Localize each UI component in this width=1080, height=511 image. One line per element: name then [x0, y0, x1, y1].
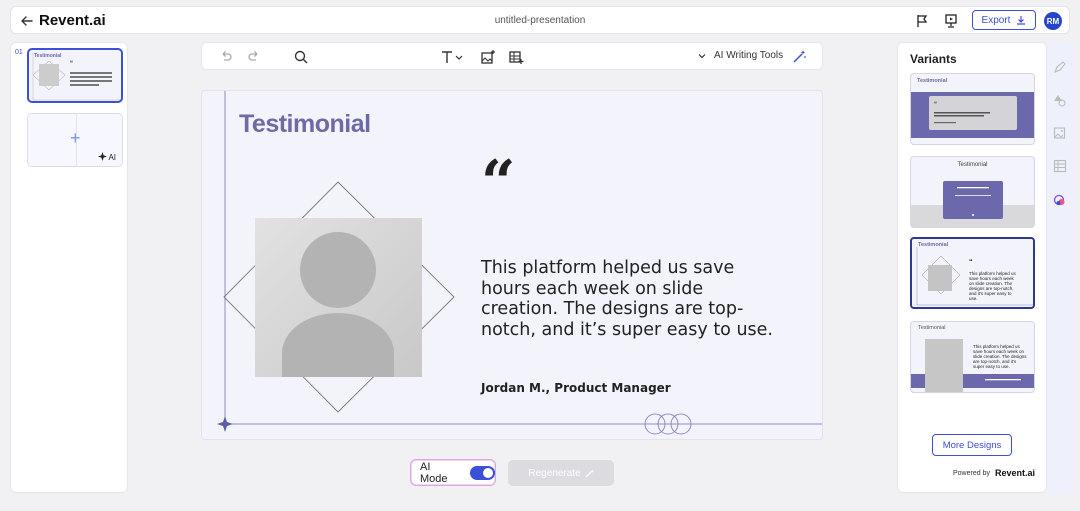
image-add-icon[interactable]: [480, 49, 496, 65]
powered-by-brand: Revent.ai: [995, 468, 1036, 478]
export-label: Export: [981, 14, 1011, 26]
right-tool-rail: [1047, 42, 1074, 493]
present-icon[interactable]: [943, 13, 959, 29]
ai-mode-toggle-group: AI Mode: [410, 459, 496, 486]
slide-canvas[interactable]: Testimonial “ This platform helped us sa…: [201, 90, 823, 440]
flag-icon[interactable]: [914, 13, 930, 29]
powered-by-label: Powered by: [953, 470, 990, 477]
thumb-quote-mark: “: [70, 61, 73, 67]
testimonial-author[interactable]: Jordan M., Product Manager: [481, 381, 671, 395]
variant-card-2[interactable]: Testimonial: [910, 156, 1035, 228]
undo-icon[interactable]: [218, 49, 234, 65]
variant-quote: This platform helped us save hours each …: [969, 271, 1016, 301]
svg-text:“: “: [934, 102, 937, 108]
magic-wand-icon[interactable]: [791, 49, 807, 65]
thumb-text-lines: [70, 72, 112, 88]
document-title-wrap: untitled-presentation: [11, 15, 1069, 26]
table-add-icon[interactable]: [508, 49, 524, 65]
sparkle-icon: [97, 152, 107, 161]
back-arrow-icon[interactable]: [19, 13, 35, 29]
pen-icon[interactable]: [1053, 60, 1067, 74]
variant-preview: [911, 181, 1034, 227]
download-icon: [1017, 16, 1026, 25]
editor-toolbar: AI Writing Tools: [201, 42, 823, 70]
ai-writing-tools-button[interactable]: AI Writing Tools: [714, 50, 783, 61]
variants-panel: Variants Testimonial “ Testimonial Testi…: [897, 42, 1047, 493]
variants-heading: Variants: [910, 52, 957, 66]
ai-mode-toggle[interactable]: [470, 465, 495, 480]
ai-generate-slide[interactable]: AI: [97, 152, 116, 162]
plus-icon[interactable]: +: [70, 128, 81, 149]
palette-icon[interactable]: [1053, 193, 1067, 207]
add-slide-card[interactable]: + AI: [27, 113, 123, 167]
slide-title[interactable]: Testimonial: [239, 110, 371, 139]
person-photo-placeholder[interactable]: [255, 218, 422, 377]
person-icon: [282, 232, 394, 377]
testimonial-quote[interactable]: This platform helped us save hours each …: [481, 258, 781, 340]
slide-thumbnail-1[interactable]: Testimonial “: [27, 48, 123, 103]
variant-card-3[interactable]: Testimonial “ This platform helped us sa…: [910, 237, 1035, 309]
user-avatar[interactable]: RM: [1044, 12, 1062, 30]
ai-label: AI: [108, 153, 116, 162]
regenerate-button[interactable]: Regenerate: [508, 460, 614, 486]
slide-number: 01: [15, 49, 23, 56]
svg-text:“: “: [969, 259, 973, 266]
wand-icon: [585, 468, 594, 478]
more-designs-button[interactable]: More Designs: [932, 434, 1012, 456]
variant-preview: “: [911, 92, 1034, 138]
slide-thumbnails-panel: 01 Testimonial “ + AI: [10, 42, 128, 493]
export-button[interactable]: Export: [972, 10, 1036, 30]
variant-card-1[interactable]: Testimonial “: [910, 73, 1035, 145]
variant-quote: This platform helped us save hours each …: [973, 344, 1027, 369]
text-tool-icon[interactable]: [440, 49, 464, 65]
variant-card-4[interactable]: Testimonial This platform helped us save…: [910, 321, 1035, 393]
top-bar: Revent.ai untitled-presentation Export R…: [10, 6, 1070, 34]
chevron-down-icon[interactable]: [697, 51, 707, 61]
search-icon[interactable]: [293, 49, 309, 65]
redo-icon[interactable]: [246, 49, 262, 65]
table-icon[interactable]: [1053, 159, 1067, 173]
ai-mode-label: AI Mode: [420, 460, 448, 485]
quote-mark-icon: “: [481, 148, 516, 218]
shapes-icon[interactable]: [1053, 93, 1067, 107]
brand-logo[interactable]: Revent.ai: [39, 12, 106, 29]
regenerate-label: Regenerate: [528, 467, 581, 479]
document-title[interactable]: untitled-presentation: [495, 15, 586, 26]
thumb-photo: [39, 64, 59, 86]
image-icon[interactable]: [1053, 126, 1067, 140]
